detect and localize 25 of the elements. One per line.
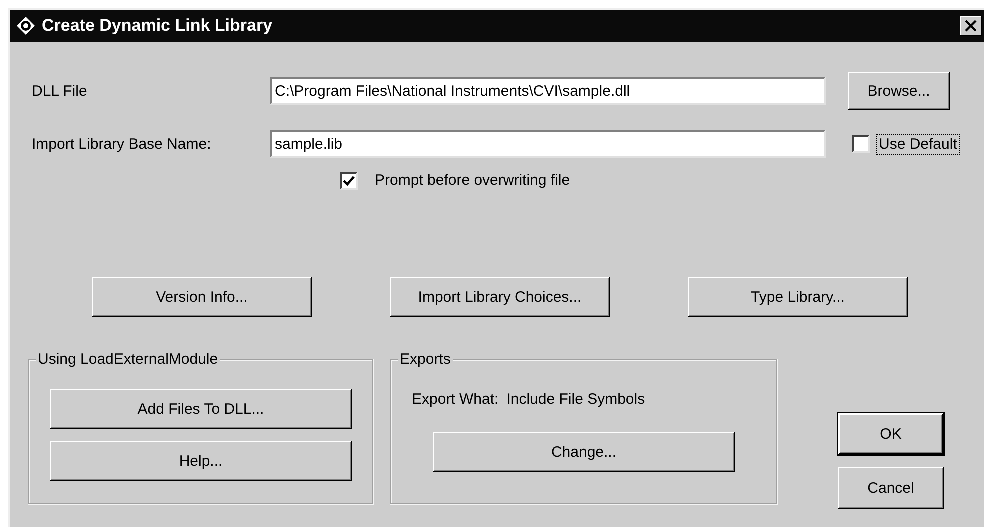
dialog-option-button[interactable]: Import Library Choices...	[390, 277, 610, 317]
group-title: Using LoadExternalModule	[36, 351, 220, 368]
group-button[interactable]: Help...	[50, 441, 352, 481]
dialog-option-button[interactable]: Type Library...	[688, 277, 908, 317]
dll-file-label: DLL File	[32, 82, 88, 100]
dll-file-field[interactable]: C:\Program Files\National Instruments\CVI\sample.dll	[270, 77, 826, 105]
window-title: Create Dynamic Link Library	[42, 16, 274, 36]
use-default-checkbox[interactable]	[852, 135, 870, 153]
change-button[interactable]: Change...	[433, 432, 735, 472]
use-default-label[interactable]: Use Default	[876, 134, 960, 154]
import-library-label: Import Library Base Name:	[32, 136, 212, 152]
export-what-value: Include File Symbols	[506, 391, 646, 408]
prompt-label[interactable]: Prompt before overwriting file	[372, 170, 574, 191]
app-logo-icon	[16, 16, 36, 36]
group-title: Exports	[398, 351, 453, 368]
export-what-label: Export What:	[412, 391, 499, 408]
browse-button[interactable]: Browse...	[848, 72, 950, 110]
ok-button[interactable]: OK	[838, 413, 944, 455]
import-library-field[interactable]: sample.lib	[270, 130, 826, 158]
group-button[interactable]: Add Files To DLL...	[50, 389, 352, 429]
cancel-button[interactable]: Cancel	[838, 467, 944, 509]
close-button[interactable]	[960, 16, 982, 36]
dialog-option-button[interactable]: Version Info...	[92, 277, 312, 317]
close-icon	[965, 20, 977, 32]
prompt-checkbox[interactable]	[340, 172, 358, 190]
